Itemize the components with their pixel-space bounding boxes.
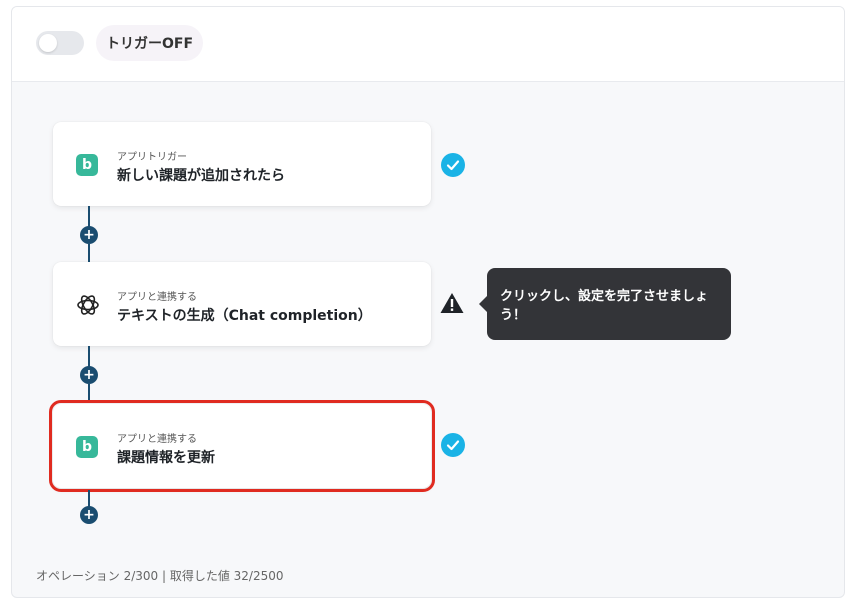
step-type-label: アプリと連携する [117,434,197,445]
step-title: 課題情報を更新 [117,450,215,466]
toggle-knob [39,34,57,52]
setup-tooltip: クリックし、設定を完了させましょう！ [479,268,731,340]
openai-icon [77,295,99,315]
usage-footer: オペレーション 2/300 | 取得した値 32/2500 [36,569,284,583]
connector-line [88,346,90,368]
backlog-app-icon: b [76,436,98,458]
warning-icon [440,293,464,313]
step-type-label: アプリトリガー [117,152,187,163]
flow-step-2[interactable]: アプリと連携する テキストの生成（Chat completion） [53,262,431,346]
trigger-status-label: トリガーOFF [96,25,204,61]
connector-line [88,206,90,228]
step-type-label: アプリと連携する [117,292,197,303]
add-step-button-1[interactable]: + [80,226,98,244]
trigger-toggle[interactable] [36,31,84,55]
step-title: テキストの生成（Chat completion） [117,308,372,324]
flow-step-1[interactable]: b アプリトリガー 新しい課題が追加されたら [53,122,431,206]
connector-line [88,244,90,262]
tooltip-text: クリックし、設定を完了させましょう！ [500,289,709,323]
flow-step-3[interactable]: b アプリと連携する 課題情報を更新 [49,400,435,492]
step-title: 新しい課題が追加されたら [117,168,285,184]
check-icon [441,433,465,457]
connector-line [88,384,90,402]
panel-header: トリガーOFF [12,7,844,82]
backlog-app-icon: b [76,154,98,176]
check-icon [441,153,465,177]
add-step-button-3[interactable]: + [80,506,98,524]
add-step-button-2[interactable]: + [80,366,98,384]
tooltip-arrow [479,296,487,312]
flow-editor-panel: トリガーOFF b アプリトリガー 新しい課題が追加されたら + アプリと連携す… [11,6,845,598]
